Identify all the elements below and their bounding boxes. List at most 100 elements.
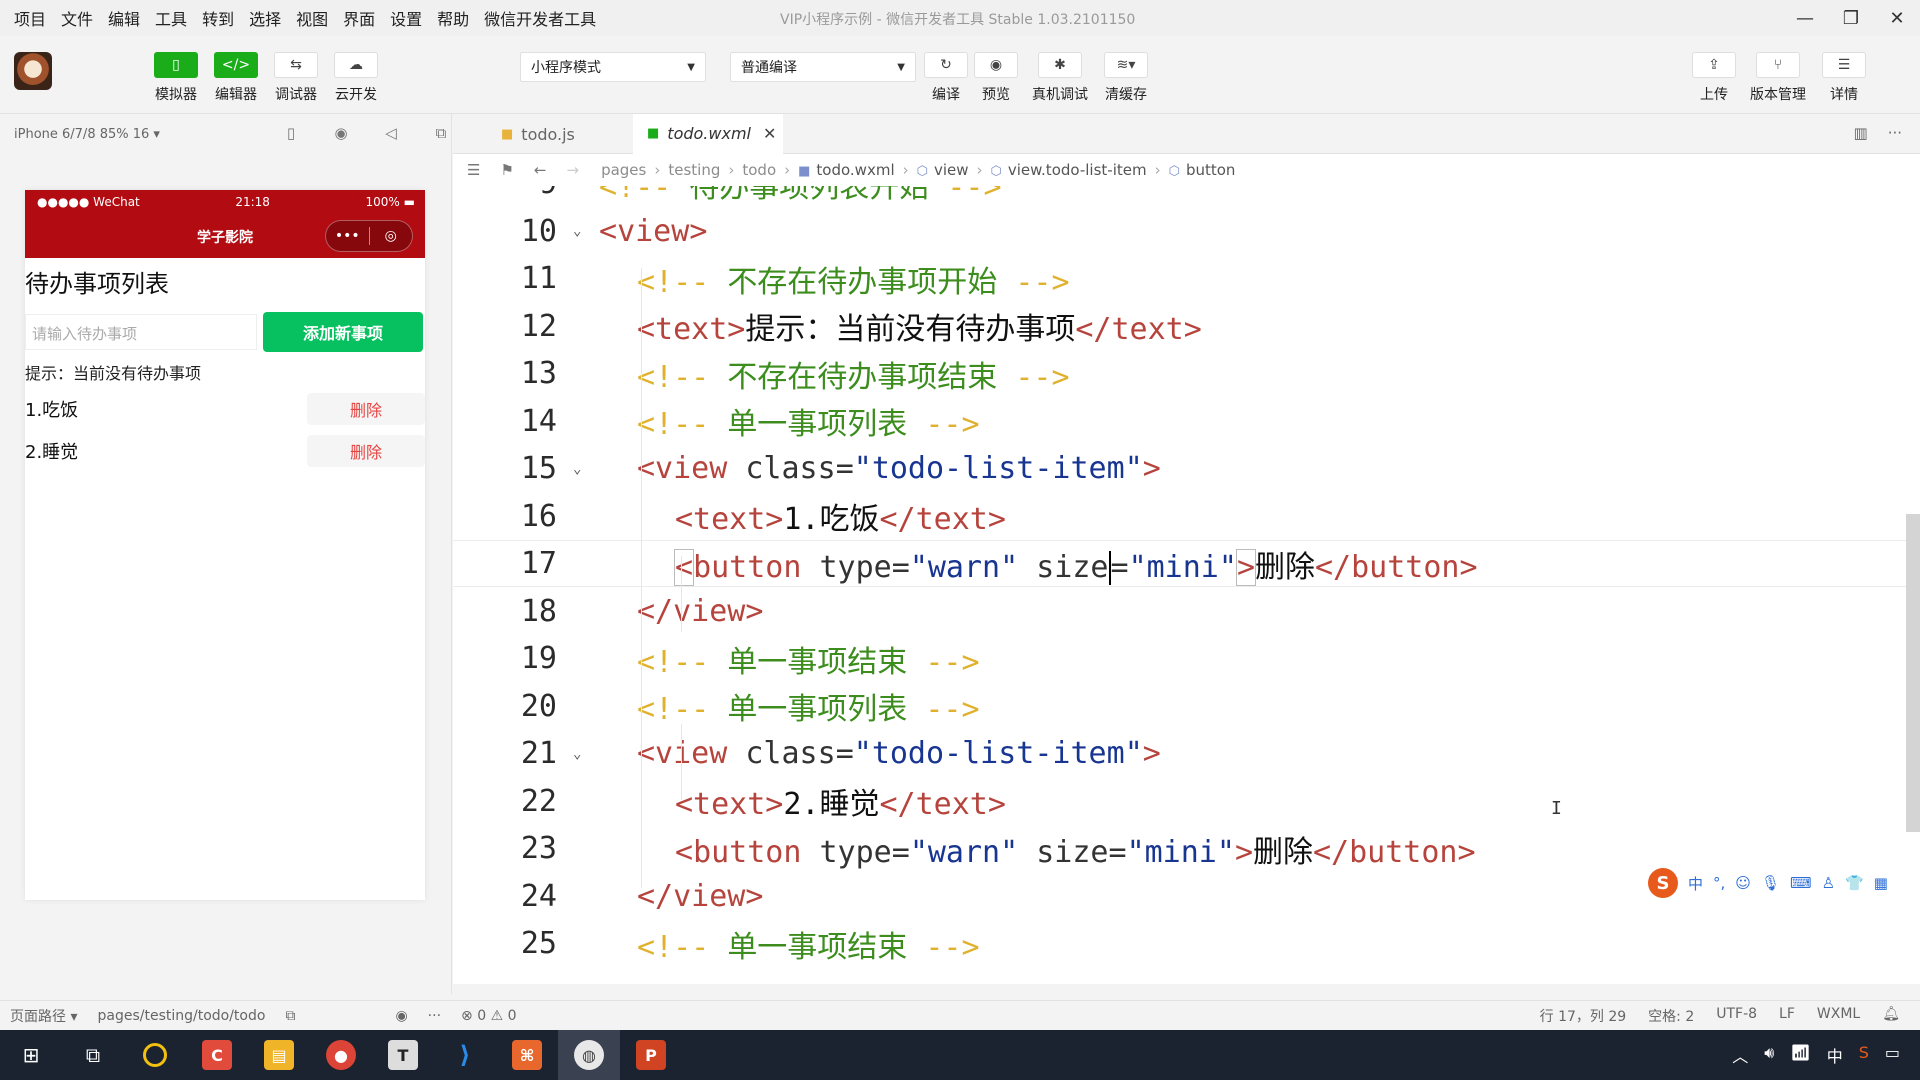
debugger-button[interactable]: ⇆ 调试器 xyxy=(266,52,326,104)
breadcrumb-item[interactable]: ⬡ button xyxy=(1169,161,1236,179)
forward-icon[interactable]: → xyxy=(566,161,579,179)
code-editor[interactable]: 9 <!-- 待办事项列表开始 -->10⌄<view>11 <!-- 不存在待… xyxy=(453,186,1920,984)
powerpoint-icon[interactable]: P xyxy=(620,1030,682,1080)
menu-item[interactable]: 编辑 xyxy=(108,6,149,30)
app-red-icon[interactable]: C xyxy=(186,1030,248,1080)
details-button[interactable]: ☰ 详情 xyxy=(1814,52,1874,104)
user-icon[interactable]: ♙ xyxy=(1822,874,1835,892)
breadcrumb-item[interactable]: ⬡ view xyxy=(917,161,969,179)
code-line[interactable]: 22 <text>2.睡觉</text> xyxy=(453,778,1920,825)
version-button[interactable]: ⑂ 版本管理 xyxy=(1748,52,1808,104)
code-line[interactable]: 9 <!-- 待办事项列表开始 --> xyxy=(453,186,1920,207)
emoji-icon[interactable]: ☺ xyxy=(1735,874,1751,892)
sogou-tray-icon[interactable]: S xyxy=(1859,1043,1869,1067)
volume-icon[interactable]: ◁ xyxy=(366,124,416,142)
delete-button[interactable]: 删除 xyxy=(307,393,425,425)
breadcrumb-item[interactable]: ⬡ view.todo-list-item xyxy=(991,161,1147,179)
code-line[interactable]: 19 <!-- 单一事项结束 --> xyxy=(453,635,1920,682)
breadcrumb-item[interactable]: pages xyxy=(601,161,646,179)
chevron-up-icon[interactable]: ︿ xyxy=(1732,1043,1748,1067)
encoding[interactable]: UTF-8 xyxy=(1716,1006,1757,1026)
clear-cache-button[interactable]: ≋▾ 清缓存 xyxy=(1096,52,1156,104)
more-icon[interactable]: ··· xyxy=(1888,124,1902,142)
ime-toolbar[interactable]: S 中 °, ☺ 🎙 ⌨ ♙ 👕 ▦ xyxy=(1648,866,1888,900)
wechat-devtools-icon[interactable]: ◍ xyxy=(558,1030,620,1080)
keyboard-icon[interactable]: ⌨ xyxy=(1790,874,1812,892)
file-explorer-icon[interactable]: ▤ xyxy=(248,1030,310,1080)
device-select[interactable]: iPhone 6/7/8 85% 16 ▾ xyxy=(14,127,160,142)
real-device-debug-button[interactable]: ✱ 真机调试 xyxy=(1030,52,1090,104)
code-line[interactable]: 23 <button type="warn" size="mini">删除</b… xyxy=(453,825,1920,872)
bookmark-icon[interactable]: ⚑ xyxy=(500,161,513,179)
problems-indicator[interactable]: ⊗ 0 ⚠ 0 xyxy=(461,1008,516,1024)
outline-icon[interactable]: ☰ xyxy=(467,161,480,179)
close-circle-icon[interactable]: ◎ xyxy=(370,228,413,244)
todo-input[interactable]: 请输入待办事项 xyxy=(25,314,257,350)
more-icon[interactable]: ••• xyxy=(326,228,369,244)
punct-icon[interactable]: °, xyxy=(1713,874,1725,892)
menu-item[interactable]: 转到 xyxy=(202,6,243,30)
notification-icon[interactable]: ▭ xyxy=(1885,1043,1900,1067)
menu-item[interactable]: 帮助 xyxy=(437,6,478,30)
task-view-icon[interactable]: ⧉ xyxy=(62,1030,124,1080)
tab-todo-wxml[interactable]: ■ todo.wxml ✕ xyxy=(633,114,783,154)
windows-start-icon[interactable]: ⊞ xyxy=(0,1030,62,1080)
upload-button[interactable]: ⇪ 上传 xyxy=(1684,52,1744,104)
back-icon[interactable]: ← xyxy=(534,161,547,179)
line-ending[interactable]: LF xyxy=(1779,1006,1795,1026)
code-line[interactable]: 21 ⌄ <view class="todo-list-item"> xyxy=(453,730,1920,777)
mic-icon[interactable]: 🎙 xyxy=(1761,874,1780,892)
app-orange-icon[interactable]: ⌘ xyxy=(496,1030,558,1080)
grid-icon[interactable]: ▦ xyxy=(1874,874,1888,892)
capsule-menu[interactable]: ••• ◎ xyxy=(325,220,413,252)
code-line[interactable]: 25 <!-- 单一事项结束 --> xyxy=(453,920,1920,967)
skin-icon[interactable]: 👕 xyxy=(1845,874,1864,892)
input-language[interactable]: 中 xyxy=(1827,1043,1843,1067)
menu-item[interactable]: 设置 xyxy=(390,6,431,30)
code-line[interactable]: 17 <button type="warn" size="mini">删除</b… xyxy=(453,540,1920,587)
simulator-button[interactable]: ▯ 模拟器 xyxy=(146,52,206,104)
split-editor-icon[interactable]: ▥ xyxy=(1854,124,1868,142)
close-button[interactable]: ✕ xyxy=(1874,0,1920,36)
bell-icon[interactable]: 🔔︎ xyxy=(1882,1006,1900,1026)
code-line[interactable]: 15 ⌄ <view class="todo-list-item"> xyxy=(453,445,1920,492)
code-line[interactable]: 16 <text>1.吃饭</text> xyxy=(453,493,1920,540)
scrollbar[interactable] xyxy=(1906,514,1920,832)
breadcrumb-item[interactable]: todo xyxy=(742,161,776,179)
menu-item[interactable]: 视图 xyxy=(296,6,337,30)
record-icon[interactable]: ◉ xyxy=(316,124,366,142)
menu-item[interactable]: 工具 xyxy=(155,6,196,30)
restore-button[interactable]: ❐ xyxy=(1828,0,1874,36)
menu-item[interactable]: 选择 xyxy=(249,6,290,30)
cloud-button[interactable]: ☁ 云开发 xyxy=(326,52,386,104)
close-tab-icon[interactable]: ✕ xyxy=(763,124,776,143)
menu-item[interactable]: 项目 xyxy=(14,6,55,30)
eye-icon[interactable]: ◉ xyxy=(395,1008,407,1024)
fold-chevron-icon[interactable]: ⌄ xyxy=(573,223,599,239)
ime-mode[interactable]: 中 xyxy=(1688,873,1703,894)
more-icon[interactable]: ··· xyxy=(428,1008,441,1024)
vscode-icon[interactable]: ⟩ xyxy=(434,1030,496,1080)
menu-item[interactable]: 微信开发者工具 xyxy=(484,6,605,30)
chrome-icon[interactable]: ● xyxy=(310,1030,372,1080)
code-line[interactable]: 10 ⌄ <view> xyxy=(453,208,1920,255)
volume-icon[interactable]: 🔊︎ xyxy=(1764,1043,1774,1067)
tab-todo-js[interactable]: ■ todo.js xyxy=(487,114,589,154)
avatar[interactable] xyxy=(14,52,52,90)
fold-chevron-icon[interactable]: ⌄ xyxy=(573,746,599,762)
code-line[interactable]: 20 <!-- 单一事项列表 --> xyxy=(453,683,1920,730)
preview-button[interactable]: ◉ 预览 xyxy=(966,52,1026,104)
code-line[interactable]: 11 <!-- 不存在待办事项开始 --> xyxy=(453,255,1920,302)
copy-icon[interactable]: ⧉ xyxy=(285,1008,295,1024)
network-icon[interactable]: 📶︎ xyxy=(1790,1043,1810,1067)
menu-item[interactable]: 界面 xyxy=(343,6,384,30)
menu-item[interactable]: 文件 xyxy=(61,6,102,30)
app-circle-icon[interactable] xyxy=(124,1030,186,1080)
editor-button[interactable]: </> 编辑器 xyxy=(206,52,266,104)
add-item-button[interactable]: 添加新事项 xyxy=(263,312,423,352)
phone-icon[interactable]: ▯ xyxy=(266,124,316,142)
breadcrumb-item[interactable]: ■ todo.wxml xyxy=(798,161,894,179)
code-line[interactable]: 12 <text>提示：当前没有待办事项</text> xyxy=(453,303,1920,350)
typora-icon[interactable]: T xyxy=(372,1030,434,1080)
page-path-select[interactable]: 页面路径 ▾ xyxy=(10,1006,77,1026)
